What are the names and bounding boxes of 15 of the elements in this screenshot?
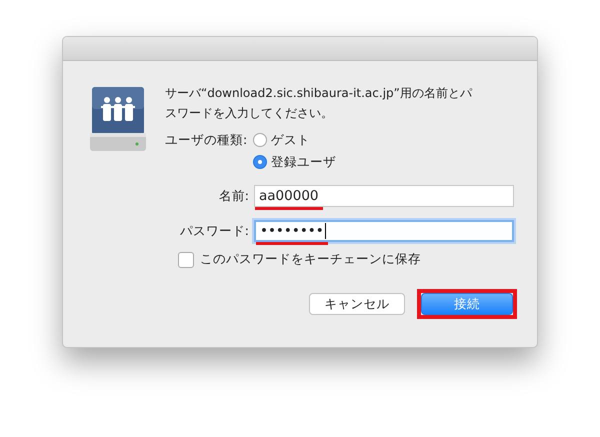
input-field[interactable]: aa00000 — [254, 185, 514, 207]
prompt-message: サーバ“download2.sic.shibaura-it.ac.jp”用の名前とパスワードを入力してください。 — [165, 85, 474, 122]
checkbox[interactable] — [178, 252, 194, 268]
text-cursor — [324, 223, 326, 239]
field-label: 名前: — [218, 188, 250, 204]
field-label: パスワード: — [178, 222, 250, 240]
radio-button[interactable] — [253, 155, 268, 169]
radio-button[interactable] — [253, 133, 268, 147]
checkbox-label[interactable]: このパスワードをキーチェーンに保存 — [200, 251, 421, 268]
radio-label[interactable]: ゲスト — [271, 132, 310, 148]
input-field[interactable]: •••••••• — [254, 220, 514, 242]
radio-label[interactable]: 登録ユーザ — [271, 154, 336, 170]
user-type-label: ユーザの種類: — [165, 131, 248, 149]
shared-drive-icon — [90, 87, 146, 153]
dialog-button[interactable]: キャンセル — [309, 293, 405, 315]
